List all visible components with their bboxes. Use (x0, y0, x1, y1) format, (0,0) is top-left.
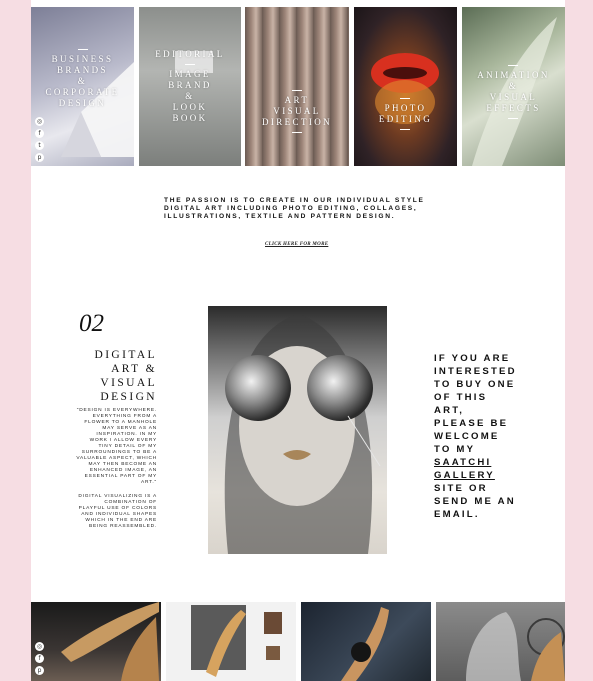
thumb-graphic (191, 605, 282, 677)
facebook-icon[interactable]: f (35, 129, 44, 138)
instagram-icon[interactable]: ◎ (35, 642, 44, 651)
tile-business-brands[interactable]: BUSINESS BRANDS & CORPORATE DESIGN ◎ f t… (31, 7, 134, 166)
passion-statement: THE PASSION IS TO CREATE IN OUR INDIVIDU… (164, 197, 434, 221)
tile-text: & (77, 75, 88, 86)
content-page: BUSINESS BRANDS & CORPORATE DESIGN ◎ f t… (31, 0, 565, 681)
cta-line: ART, (434, 405, 465, 416)
tile-text: CORPORATE (45, 86, 120, 97)
tile-dash (77, 48, 88, 50)
pinterest-icon[interactable]: p (35, 153, 44, 162)
tile-text: DESIGN (58, 97, 107, 108)
tile-text: EDITORIAL (155, 49, 225, 59)
cta-line: INTERESTED (434, 366, 517, 377)
cta-line: SEND ME AN (434, 496, 516, 507)
section-title-line: VISUAL (100, 377, 157, 389)
portrait-graphic (224, 314, 381, 554)
tile-text: LOOK (172, 102, 208, 112)
section-title-line: DIGITAL (94, 349, 157, 361)
thumb-graphic (61, 602, 159, 681)
cta-line: OF THIS (434, 392, 488, 403)
tile-text: PHOTO (384, 103, 427, 113)
facebook-icon[interactable]: f (35, 654, 44, 663)
tile-text: DIRECTION (261, 117, 333, 127)
section-number: 02 (79, 310, 104, 337)
tile-dash (400, 98, 411, 99)
cta-line: PLEASE BE (434, 418, 509, 429)
design-quote: "DESIGN IS EVERYWHERE. EVERYTHING FROM A… (76, 408, 157, 486)
tile-dash (400, 129, 411, 130)
tile-text: EDITING (378, 114, 433, 124)
gallery-thumb-3[interactable] (301, 602, 431, 681)
visualizing-description: DIGITAL VISUALIZING IS A COMBINATION OF … (78, 494, 157, 530)
section-title: DIGITAL ART & VISUAL DESIGN (94, 348, 157, 404)
saatchi-gallery-link[interactable]: GALLERY (434, 469, 517, 482)
tile-text: & (185, 91, 195, 101)
tile-text: BRANDS (57, 64, 108, 75)
tile-text: EFFECTS (486, 102, 541, 113)
gallery-thumb-2[interactable] (166, 602, 296, 681)
section-title-line: DESIGN (100, 391, 157, 403)
passion-line: ILLUSTRATIONS, TEXTILE AND PATTERN DESIG… (164, 213, 396, 220)
quote-line: ART." (140, 480, 157, 485)
tile-text: IMAGE (169, 69, 211, 79)
tile-text: ART (284, 95, 310, 105)
tile-dash (292, 90, 302, 91)
tile-text: BOOK (172, 113, 208, 123)
thumb-graphic (466, 612, 565, 681)
tile-text: & (508, 80, 519, 91)
tile-editorial[interactable]: EDITORIAL IMAGE BRAND & LOOK BOOK (139, 7, 241, 166)
tile-text: BRAND (168, 80, 212, 90)
passion-line: DIGITAL ART INCLUDING PHOTO EDITING, COL… (164, 205, 418, 212)
tile-art-direction[interactable]: ART VISUAL DIRECTION (245, 7, 349, 166)
tile-text: ANIMATION (477, 69, 550, 80)
cta-line: TO MY (434, 444, 476, 455)
portrait-artwork (208, 306, 387, 554)
pinterest-icon[interactable]: p (35, 666, 44, 675)
saatchi-gallery-link[interactable]: SAATCHI (434, 456, 517, 469)
cta-line: SITE OR (434, 483, 488, 494)
click-here-for-more-link[interactable]: CLICK HERE FOR MORE (265, 242, 328, 247)
tile-dash (185, 64, 195, 65)
tile-photo-editing[interactable]: PHOTO EDITING (354, 7, 457, 166)
tile-dash (508, 64, 519, 66)
lips-graphic (371, 53, 439, 124)
gallery-thumb-4[interactable] (436, 602, 565, 681)
social-icons-bottom: ◎ f p (35, 642, 44, 675)
tile-animation[interactable]: ANIMATION & VISUAL EFFECTS (462, 7, 565, 166)
tile-text: VISUAL (489, 91, 538, 102)
section-title-line: ART & (111, 363, 157, 375)
cta-line: EMAIL. (434, 509, 480, 520)
gallery-thumb-1[interactable]: ◎ f p (31, 602, 161, 681)
social-icons-top: ◎ f t p (35, 117, 44, 162)
cta-line: TO BUY ONE (434, 379, 516, 390)
twitter-icon[interactable]: t (35, 141, 44, 150)
buy-art-call-to-action: IF YOU ARE INTERESTED TO BUY ONE OF THIS… (434, 352, 517, 521)
cta-line: IF YOU ARE (434, 353, 511, 364)
instagram-icon[interactable]: ◎ (35, 117, 44, 126)
tile-dash (508, 117, 519, 119)
cta-line: WELCOME (434, 431, 500, 442)
tile-dash (292, 132, 302, 133)
tile-text: VISUAL (273, 106, 321, 116)
tile-text: BUSINESS (51, 53, 114, 64)
visual-line: BEING REASSEMBLED. (89, 524, 157, 529)
thumb-graphic (341, 607, 389, 681)
passion-line: THE PASSION IS TO CREATE IN OUR INDIVIDU… (164, 197, 425, 204)
